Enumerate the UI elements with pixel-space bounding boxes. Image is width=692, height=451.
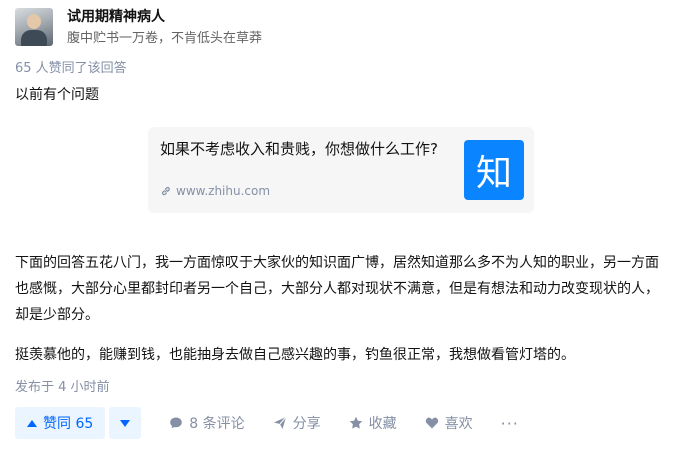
share-button[interactable]: 分享 (273, 413, 321, 433)
like-label: 喜欢 (444, 416, 473, 432)
author-name[interactable]: 试用期精神病人 (67, 8, 262, 26)
link-card[interactable]: 如果不考虑收入和贵贱，你想做什么工作? www.zhihu.com 知 (148, 127, 534, 213)
comments-button[interactable]: 8 条评论 (169, 413, 245, 433)
avatar[interactable] (15, 8, 53, 46)
star-icon (349, 416, 362, 429)
zhihu-logo-icon: 知 (464, 140, 524, 200)
link-card-title: 如果不考虑收入和贵贱，你想做什么工作? (160, 140, 438, 158)
author-info: 试用期精神病人 腹中贮书一万卷，不肯低头在草莽 (15, 8, 262, 48)
action-bar: 赞同 65 8 条评论 分享 收藏 喜欢 ··· (15, 407, 519, 439)
link-card-url: www.zhihu.com (160, 184, 270, 198)
more-options-icon[interactable]: ··· (501, 414, 519, 433)
vote-up-label: 赞同 65 (43, 416, 94, 432)
heart-icon (425, 417, 438, 429)
link-card-url-text: www.zhihu.com (176, 184, 271, 198)
triangle-down-icon (120, 419, 131, 427)
vote-down-button[interactable] (109, 407, 142, 439)
comments-label: 8 条评论 (189, 416, 245, 432)
like-button[interactable]: 喜欢 (425, 413, 473, 433)
answer-paragraph-1: 以前有个问题 (15, 87, 99, 103)
answer-paragraph-2: 下面的回答五花八门，我一方面惊叹于大家伙的知识面广博，居然知道那么多不为人知的职… (15, 255, 659, 323)
author-headline: 腹中贮书一万卷，不肯低头在草莽 (67, 31, 263, 46)
publish-time[interactable]: 发布于 4 小时前 (15, 376, 110, 395)
share-label: 分享 (292, 416, 321, 432)
vote-up-button[interactable]: 赞同 65 (15, 407, 106, 439)
triangle-up-icon (27, 419, 37, 427)
link-icon (161, 186, 170, 196)
author-text: 试用期精神病人 腹中贮书一万卷，不肯低头在草莽 (67, 8, 262, 48)
share-icon (273, 416, 287, 429)
answer-paragraph-3: 挺羡慕他的，能赚到钱，也能抽身去做自己感兴趣的事，钓鱼很正常，我想做看管灯塔的。 (15, 347, 575, 363)
comment-icon (170, 417, 183, 429)
collect-label: 收藏 (368, 416, 397, 432)
vote-count-info: 65 人赞同了该回答 (15, 61, 127, 76)
collect-button[interactable]: 收藏 (349, 413, 397, 433)
